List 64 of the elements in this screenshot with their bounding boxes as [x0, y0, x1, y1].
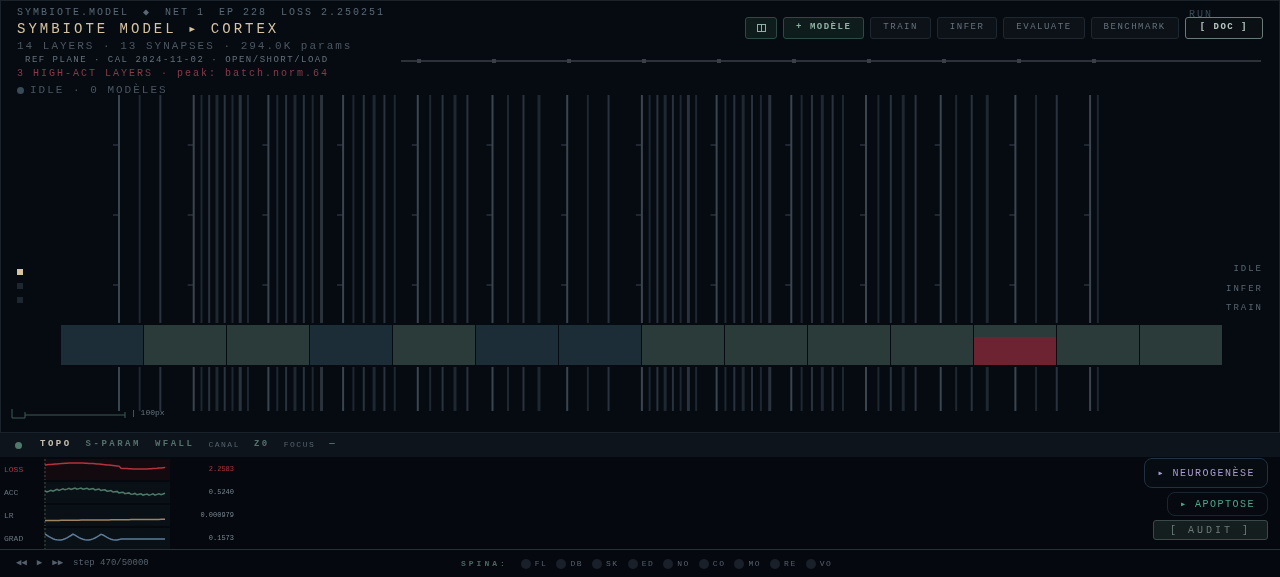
- spine-code: DB: [570, 557, 584, 570]
- spina-label: SPINA:: [461, 557, 508, 570]
- app-name: SYMBIOTE.MODEL: [17, 7, 129, 19]
- spine-code: NO: [677, 557, 690, 570]
- playback-button[interactable]: ▶: [36, 556, 43, 571]
- mode-label: IDLE: [1233, 263, 1263, 276]
- mode-label: INFER: [1226, 282, 1263, 296]
- tab[interactable]: Z0: [253, 438, 270, 452]
- spine-code: ED: [641, 557, 655, 570]
- scale-label: | 100px: [131, 407, 165, 419]
- alert-text: 3 HIGH-ACT LAYERS · peak: batch.norm.64: [17, 68, 330, 80]
- tab[interactable]: CANAL: [208, 439, 240, 451]
- tab[interactable]: S-PARAM: [85, 438, 141, 452]
- layer-block[interactable]: [642, 325, 724, 365]
- layer-block[interactable]: [393, 325, 475, 365]
- step-counter: step 470/50000: [73, 556, 149, 570]
- mode-indicator[interactable]: [17, 269, 23, 275]
- metric-label: LOSS: [3, 463, 25, 476]
- toolbar-button[interactable]: + MODÈLE: [783, 17, 865, 39]
- spine-code: RE: [784, 557, 797, 570]
- spine-code: VO: [819, 557, 833, 570]
- mode-indicator[interactable]: [17, 283, 23, 289]
- loss-label: LOSS 2.250251: [281, 7, 386, 19]
- playback-button[interactable]: ◀◀: [16, 556, 27, 571]
- layer-block[interactable]: [974, 325, 1056, 365]
- toolbar-button[interactable]: [ DOC ]: [1184, 17, 1263, 39]
- net-label: NET 1: [165, 7, 206, 19]
- spine-code: CO: [712, 557, 726, 570]
- scale-bar-icon: [11, 409, 127, 419]
- layer-block[interactable]: [476, 325, 558, 365]
- layer-block[interactable]: [144, 325, 226, 365]
- layer-block[interactable]: [1057, 325, 1139, 365]
- layer-block[interactable]: [1140, 325, 1222, 365]
- layer-block[interactable]: [725, 325, 807, 365]
- tab[interactable]: TOPO: [40, 438, 72, 452]
- action-button[interactable]: ▸ APOPTOSE: [1166, 492, 1268, 516]
- tab[interactable]: —: [329, 438, 338, 452]
- tab[interactable]: WFALL: [154, 438, 195, 452]
- status-text: IDLE · 0 MODÈLES: [30, 82, 168, 98]
- mode-indicator[interactable]: [17, 297, 23, 303]
- metric-label: ACC: [3, 486, 20, 499]
- metric-label: LR: [3, 509, 15, 522]
- separator-glyph: ◆: [143, 7, 152, 19]
- layer-block[interactable]: [61, 325, 143, 365]
- reference-text: REF PLANE · CAL 2024-11-02 · OPEN/SHORT/LOAD: [24, 55, 329, 66]
- columns-icon: [756, 24, 766, 32]
- playback-button[interactable]: ▶▶: [52, 556, 64, 571]
- spine-code: SK: [606, 557, 619, 570]
- layer-block[interactable]: [310, 325, 392, 365]
- epoch-label: EP 228: [219, 7, 268, 19]
- metric-label: GRAD: [3, 532, 25, 545]
- page-title: SYMBIOTE MODEL ▸ CORTEX: [17, 21, 280, 38]
- spine-code: FL: [534, 557, 548, 570]
- layer-block[interactable]: [559, 325, 641, 365]
- summary-text: 14 LAYERS · 13 SYNAPSES · 294.0K params: [17, 40, 353, 53]
- action-button[interactable]: ▸ NEUROGENÈSE: [1144, 458, 1268, 488]
- mode-label: TRAIN: [1226, 302, 1263, 315]
- spine-code: MO: [748, 557, 762, 570]
- layer-block[interactable]: [808, 325, 890, 365]
- action-button[interactable]: [ AUDIT ]: [1153, 520, 1268, 540]
- layer-block[interactable]: [891, 325, 973, 365]
- layer-block[interactable]: [227, 325, 309, 365]
- panel-toggle-button[interactable]: [745, 17, 778, 39]
- tab[interactable]: FOCUS: [283, 439, 316, 451]
